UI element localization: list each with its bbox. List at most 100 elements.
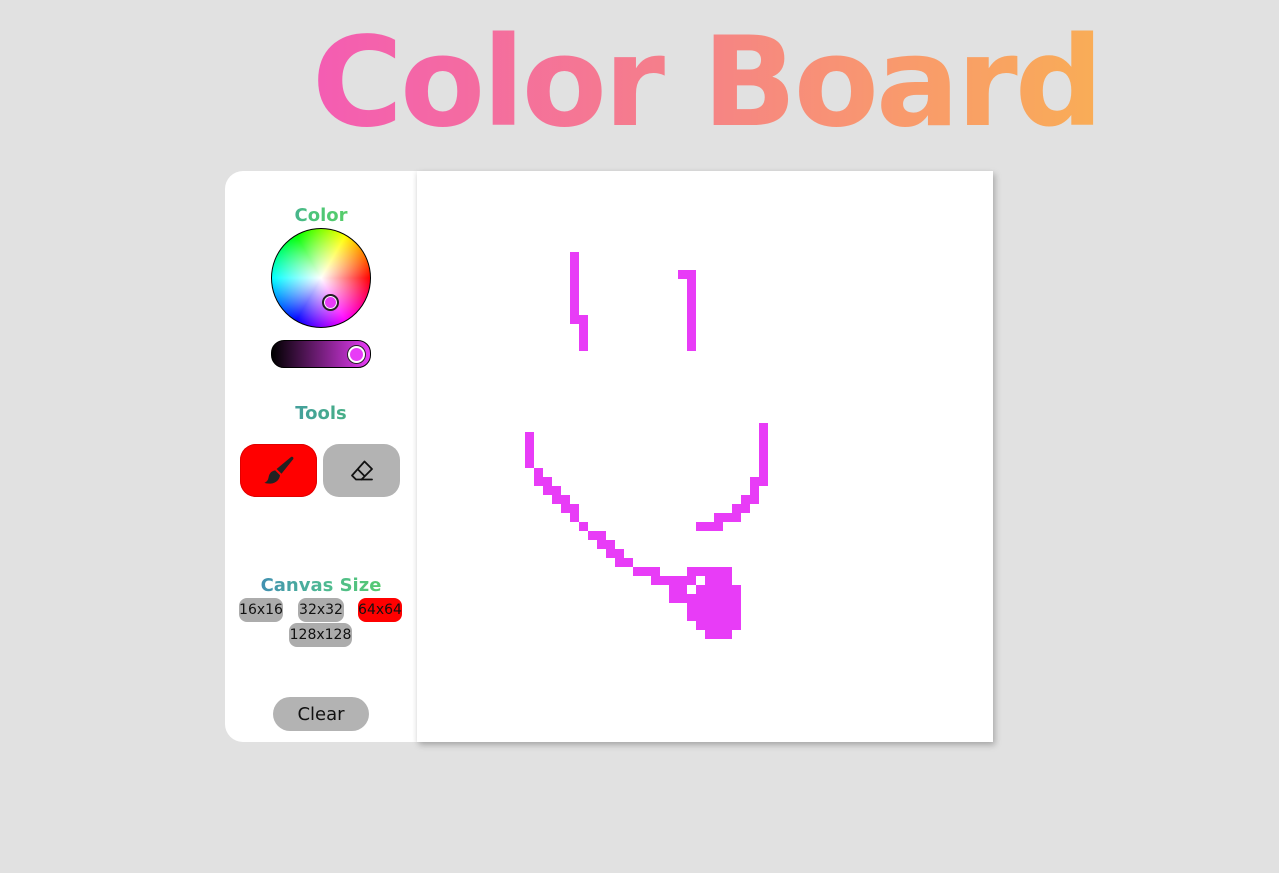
painted-pixel [732, 585, 741, 594]
painted-pixel [678, 585, 687, 594]
painted-pixel [687, 324, 696, 333]
painted-pixel [714, 594, 723, 603]
color-section-title: Color [225, 205, 417, 226]
painted-pixel [525, 459, 534, 468]
painted-pixel [570, 315, 579, 324]
painted-pixel [759, 441, 768, 450]
painted-pixel [579, 324, 588, 333]
painted-pixel [759, 468, 768, 477]
pixel-drawing[interactable] [417, 171, 993, 742]
painted-pixel [525, 441, 534, 450]
painted-pixel [705, 576, 714, 585]
clear-button[interactable]: Clear [273, 697, 369, 731]
painted-pixel [750, 477, 759, 486]
painted-pixel [723, 630, 732, 639]
painted-pixel [687, 333, 696, 342]
painted-pixel [705, 603, 714, 612]
brush-tool-button[interactable] [240, 444, 317, 497]
painted-pixel [579, 333, 588, 342]
painted-pixel [705, 522, 714, 531]
painted-pixel [714, 585, 723, 594]
painted-pixel [705, 594, 714, 603]
painted-pixel [570, 279, 579, 288]
painted-pixel [750, 495, 759, 504]
painted-pixel [651, 576, 660, 585]
painted-pixel [714, 576, 723, 585]
color-wheel-handle[interactable] [322, 294, 339, 311]
painted-pixel [570, 504, 579, 513]
painted-pixel [759, 477, 768, 486]
painted-pixel [741, 495, 750, 504]
painted-pixel [687, 315, 696, 324]
painted-pixel [552, 495, 561, 504]
painted-pixel [588, 531, 597, 540]
painted-pixel [732, 504, 741, 513]
painted-pixel [543, 486, 552, 495]
color-wheel[interactable] [271, 228, 371, 328]
painted-pixel [723, 594, 732, 603]
painted-pixel [687, 603, 696, 612]
painted-pixel [732, 594, 741, 603]
size-128-button[interactable]: 128x128 [289, 623, 352, 647]
painted-pixel [696, 603, 705, 612]
size-32-button[interactable]: 32x32 [298, 598, 344, 622]
color-board: Color Tools Canvas Size 16x16 32x32 64x6… [225, 171, 993, 742]
painted-pixel [597, 540, 606, 549]
painted-pixel [624, 558, 633, 567]
size-64-button[interactable]: 64x64 [358, 598, 402, 622]
eraser-icon [350, 460, 373, 480]
painted-pixel [732, 612, 741, 621]
painted-pixel [723, 621, 732, 630]
brightness-slider-handle[interactable] [348, 346, 365, 363]
painted-pixel [606, 549, 615, 558]
painted-pixel [561, 504, 570, 513]
painted-pixel [750, 486, 759, 495]
eraser-tool-button[interactable] [323, 444, 400, 497]
painted-pixel [705, 585, 714, 594]
painted-pixel [723, 612, 732, 621]
painted-pixel [570, 261, 579, 270]
painted-pixel [714, 567, 723, 576]
painted-pixel [723, 567, 732, 576]
painted-pixel [687, 567, 696, 576]
painted-pixel [705, 567, 714, 576]
painted-pixel [642, 567, 651, 576]
painted-pixel [732, 603, 741, 612]
painted-pixel [714, 621, 723, 630]
painted-pixel [723, 585, 732, 594]
painted-pixel [732, 513, 741, 522]
painted-pixel [579, 315, 588, 324]
painted-pixel [687, 576, 696, 585]
painted-pixel [687, 306, 696, 315]
painted-pixel [714, 513, 723, 522]
painted-pixel [669, 594, 678, 603]
painted-pixel [723, 513, 732, 522]
drawing-canvas[interactable] [417, 171, 993, 742]
painted-pixel [525, 450, 534, 459]
painted-pixel [633, 567, 642, 576]
painted-pixel [714, 603, 723, 612]
painted-pixel [687, 342, 696, 351]
painted-pixel [570, 252, 579, 261]
painted-pixel [597, 531, 606, 540]
painted-pixel [678, 576, 687, 585]
painted-pixel [705, 630, 714, 639]
painted-pixel [660, 576, 669, 585]
painted-pixel [552, 486, 561, 495]
painted-pixel [570, 306, 579, 315]
painted-pixel [759, 423, 768, 432]
painted-pixel [687, 270, 696, 279]
painted-pixel [705, 621, 714, 630]
painted-pixel [723, 603, 732, 612]
painted-pixel [543, 477, 552, 486]
size-16-button[interactable]: 16x16 [239, 598, 283, 622]
painted-pixel [651, 567, 660, 576]
painted-pixel [579, 522, 588, 531]
painted-pixel [678, 270, 687, 279]
painted-pixel [714, 522, 723, 531]
painted-pixel [570, 270, 579, 279]
painted-pixel [561, 495, 570, 504]
painted-pixel [759, 450, 768, 459]
app-title: Color Board [312, 8, 1103, 158]
painted-pixel [696, 612, 705, 621]
